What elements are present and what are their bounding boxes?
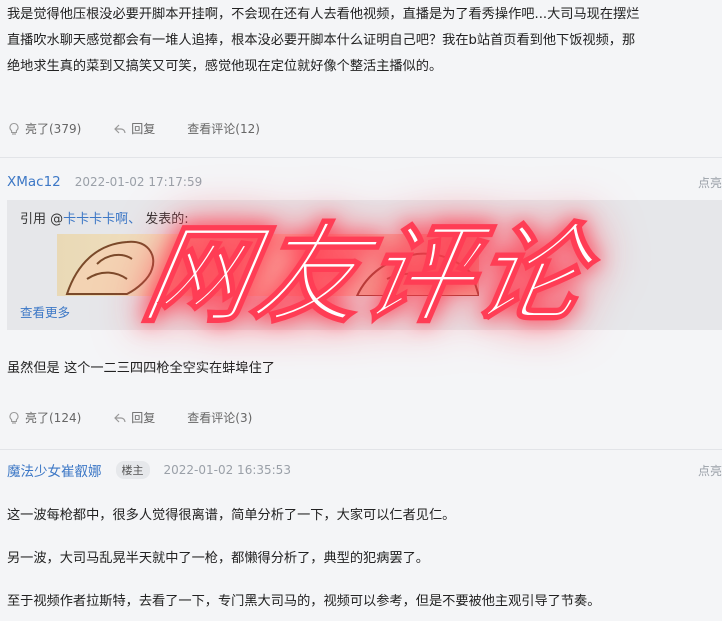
reply-arrow-icon: [114, 124, 126, 133]
comment-paragraph: 这一波每枪都中，很多人觉得很离谱，简单分析了一下，大家可以仁者见仁。: [7, 508, 456, 523]
comment-actions: 亮了(379) 回复 查看评论(12): [7, 120, 292, 137]
illustration-image: [65, 240, 479, 296]
username-link[interactable]: XMac12: [7, 174, 61, 190]
username-link[interactable]: 魔法少女崔叡娜: [7, 460, 102, 480]
timestamp: 2022-01-02 16:35:53: [163, 463, 291, 477]
quote-block: 引用 @卡卡卡卡啊、 发表的: 查看更多: [7, 200, 722, 330]
post-header: 魔法少女崔叡娜 楼主 2022-01-02 16:35:53 点亮: [7, 460, 722, 480]
timestamp: 2022-01-02 17:17:59: [74, 175, 203, 189]
see-more-link[interactable]: 查看更多: [20, 302, 70, 321]
like-button[interactable]: 亮了(124): [7, 409, 81, 426]
comment-post: 我是觉得他压根没必要开脚本开挂啊，不会现在还有人去看他视频，直播是为了看秀操作吧…: [0, 0, 722, 158]
view-comments-button[interactable]: 查看评论(3): [187, 409, 252, 426]
quote-prefix: 引用 @: [20, 212, 64, 227]
like-count-label: 亮了(124): [25, 411, 82, 425]
reply-button[interactable]: 回复: [113, 120, 155, 137]
light-up-link[interactable]: 点亮: [698, 462, 722, 479]
reply-button[interactable]: 回复: [113, 409, 155, 426]
comment-content: 我是觉得他压根没必要开脚本开挂啊，不会现在还有人去看他视频，直播是为了看秀操作吧…: [7, 2, 714, 80]
comment-text-line: 直播吹水聊天感觉都会有一堆人追捧，根本没必要开脚本什么证明自己吧？我在b站首页看…: [7, 33, 636, 48]
post-header: XMac12 2022-01-02 17:17:59 点亮: [7, 172, 722, 192]
comment-post: 魔法少女崔叡娜 楼主 2022-01-02 16:35:53 点亮 这一波每枪都…: [0, 450, 722, 621]
comment-paragraph: 另一波，大司马乱晃半天就中了一枪，都懒得分析了，典型的犯病罢了。: [7, 551, 429, 566]
quote-header: 引用 @卡卡卡卡啊、 发表的:: [20, 208, 189, 227]
quote-image[interactable]: [57, 234, 479, 296]
comment-paragraph: 至于视频作者拉斯特，去看了一下，专门黑大司马的，视频可以参考，但是不要被他主观引…: [7, 594, 601, 609]
like-button[interactable]: 亮了(379): [7, 120, 81, 137]
comment-text-line: 我是觉得他压根没必要开脚本开挂啊，不会现在还有人去看他视频，直播是为了看秀操作吧…: [7, 7, 640, 22]
comment-text: 虽然但是 这个一二三四四枪全空实在蚌埠住了: [7, 361, 275, 376]
light-up-link[interactable]: 点亮: [698, 174, 722, 191]
like-count-label: 亮了(379): [25, 122, 82, 136]
view-comments-label: 查看评论(3): [187, 411, 253, 425]
reply-label: 回复: [131, 411, 156, 425]
view-comments-button[interactable]: 查看评论(12): [187, 120, 260, 137]
op-badge: 楼主: [115, 461, 150, 479]
reply-arrow-icon: [114, 413, 126, 422]
lightbulb-icon: [9, 411, 19, 424]
comment-content: 这一波每枪都中，很多人觉得很离谱，简单分析了一下，大家可以仁者见仁。 另一波，大…: [7, 502, 714, 616]
comment-text-line: 绝地求生真的菜到又搞笑又可笑，感觉他现在定位就好像个整活主播似的。: [7, 59, 443, 74]
comment-actions: 亮了(124) 回复 查看评论(3): [7, 409, 284, 426]
lightbulb-icon: [9, 122, 19, 135]
reply-label: 回复: [131, 122, 156, 136]
quote-suffix: 发表的:: [141, 212, 189, 227]
comment-post: XMac12 2022-01-02 17:17:59 点亮 引用 @卡卡卡卡啊、…: [0, 158, 722, 450]
quoted-user-link[interactable]: 卡卡卡卡啊、: [63, 212, 141, 227]
view-comments-label: 查看评论(12): [187, 122, 260, 136]
comment-content: 虽然但是 这个一二三四四枪全空实在蚌埠住了: [7, 356, 714, 382]
